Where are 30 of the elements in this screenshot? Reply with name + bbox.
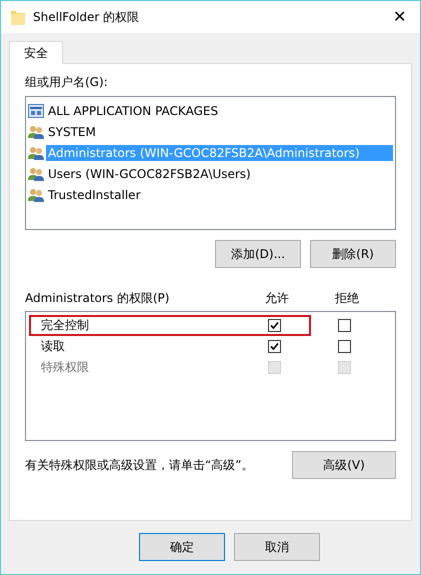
checkbox[interactable] [338, 340, 350, 353]
users-icon [28, 124, 44, 138]
users-icon [28, 166, 44, 180]
remove-button[interactable]: 删除(R) [310, 240, 396, 268]
advanced-note: 有关特殊权限或高级设置，请单击“高级”。 [25, 456, 254, 474]
cancel-button[interactable]: 取消 [234, 533, 320, 561]
add-button[interactable]: 添加(D)... [215, 240, 301, 268]
checkbox[interactable] [268, 319, 280, 332]
list-item[interactable]: SYSTEM [46, 124, 98, 140]
checkbox[interactable] [338, 319, 350, 332]
advanced-button[interactable]: 高级(V) [292, 451, 396, 479]
close-button[interactable]: ✕ [389, 7, 410, 27]
folder-icon [11, 9, 25, 25]
permission-name: 完全控制 [41, 317, 90, 334]
permission-name: 读取 [41, 338, 66, 355]
ok-button[interactable]: 确定 [139, 533, 225, 561]
list-label: 组或用户名(G): [25, 74, 109, 91]
column-header: 拒绝 [334, 290, 360, 307]
list-item[interactable]: ALL APPLICATION PACKAGES [46, 102, 220, 118]
tab[interactable]: 安全 [9, 41, 63, 64]
permission-name: 特殊权限 [41, 359, 90, 376]
package-icon [28, 104, 44, 118]
users-icon [28, 188, 44, 202]
permissions-label: Administrators 的权限(P) [25, 290, 170, 307]
checkbox[interactable] [268, 340, 280, 353]
column-header: 允许 [264, 290, 290, 307]
list-item[interactable]: TrustedInstaller [46, 186, 143, 202]
window-title: ShellFolder 的权限 [33, 8, 140, 26]
list-item[interactable]: Users (WIN-GCOC82FSB2A\Users) [46, 166, 253, 182]
users-icon [28, 146, 44, 160]
